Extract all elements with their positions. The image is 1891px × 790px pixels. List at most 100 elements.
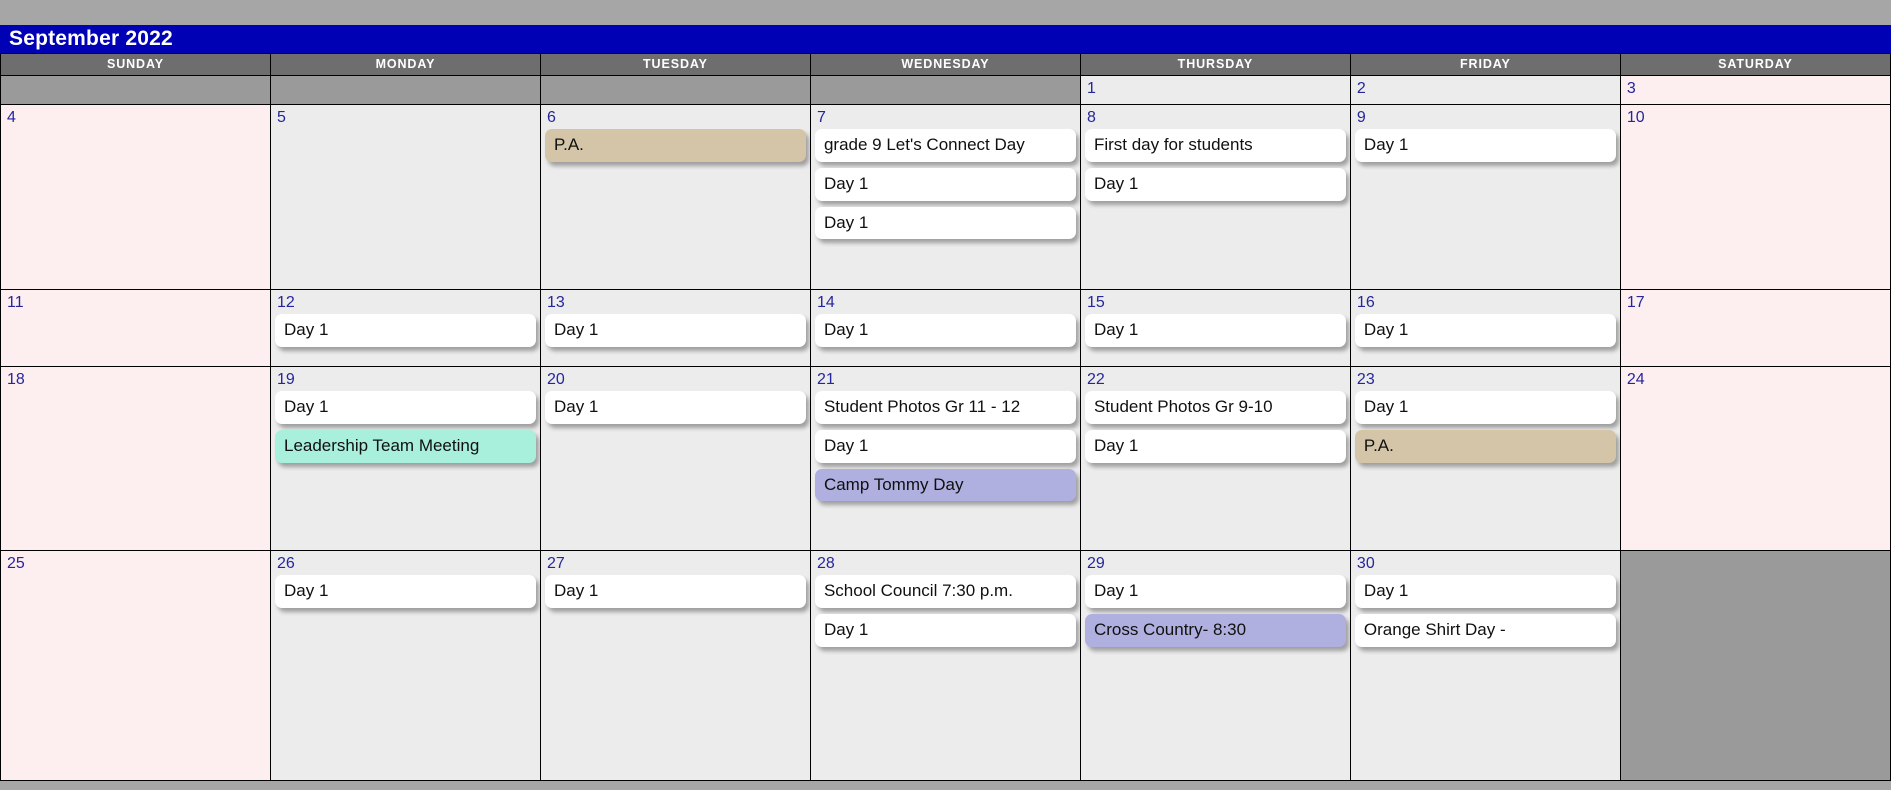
calendar-day-cell[interactable]: 14 Day 1 [809,289,1081,367]
calendar-event[interactable]: Day 1 [274,314,536,347]
calendar-day-cell[interactable]: 27 Day 1 [539,550,811,781]
calendar-day-cell[interactable]: 12 Day 1 [269,289,541,367]
event-list: Student Photos Gr 9-10 Day 1 [1081,391,1350,463]
calendar-day-cell[interactable]: 20 Day 1 [539,366,811,551]
calendar-event[interactable]: Day 1 [544,575,806,608]
calendar-day-cell[interactable]: 11 [0,289,271,367]
calendar-day-cell[interactable]: 30 Day 1 Orange Shirt Day - [1349,550,1621,781]
day-number: 11 [7,294,24,311]
calendar-day-cell[interactable]: 9 Day 1 [1349,104,1621,290]
calendar-event[interactable]: Day 1 [1354,391,1616,424]
day-number: 13 [546,294,565,311]
day-number: 21 [816,371,835,388]
calendar-day-cell[interactable]: 6 P.A. [539,104,811,290]
calendar-day-cell[interactable]: 1 [1079,75,1351,105]
weekday-header-wednesday: WEDNESDAY [809,53,1081,76]
calendar-event[interactable]: Day 1 [814,167,1076,201]
calendar-day-cell[interactable]: 18 [0,366,271,551]
calendar-event[interactable]: Day 1 [1354,129,1616,162]
calendar-event[interactable]: Camp Tommy Day [814,468,1076,502]
calendar-day-cell[interactable]: 16 Day 1 [1349,289,1621,367]
calendar-event[interactable]: Day 1 [1084,575,1346,608]
day-number: 20 [546,371,565,388]
calendar-day-cell[interactable]: 21 Student Photos Gr 11 - 12 Day 1 Camp Tom… [809,366,1081,551]
day-number: 22 [1086,371,1105,388]
calendar-event[interactable]: P.A. [1354,429,1616,463]
event-list: Day 1 [1081,314,1350,347]
calendar-cell-empty [0,75,271,105]
day-number: 1 [1086,80,1096,97]
calendar-event[interactable]: Student Photos Gr 9-10 [1084,391,1346,424]
day-number: 23 [1356,371,1375,388]
event-list: Day 1 [541,575,810,608]
calendar-event[interactable]: Day 1 [1084,167,1346,201]
calendar-day-cell[interactable]: 2 [1349,75,1621,105]
day-number: 4 [7,109,16,126]
calendar-event[interactable]: Day 1 [544,314,806,347]
day-number: 26 [276,555,295,572]
calendar-week-row: 18 19 Day 1 Leadership Team Meeting 20 Day 12… [0,366,1891,551]
calendar-event[interactable]: Day 1 [1084,314,1346,347]
weekday-header-monday: MONDAY [269,53,541,76]
day-number: 28 [816,555,835,572]
event-list: School Council 7:30 p.m. Day 1 [811,575,1080,647]
calendar-event[interactable]: Day 1 [1084,429,1346,463]
calendar-event[interactable]: Day 1 [1354,575,1616,608]
calendar-event[interactable]: P.A. [544,129,806,162]
event-list: Day 1 Leadership Team Meeting [271,391,540,463]
event-list: Day 1 [1351,129,1620,162]
day-number: 15 [1086,294,1105,311]
event-list: Day 1 [1351,314,1620,347]
calendar-day-cell[interactable]: 8 First day for students Day 1 [1079,104,1351,290]
calendar-event[interactable]: Day 1 [274,575,536,608]
calendar-event[interactable]: Day 1 [814,429,1076,463]
calendar-event[interactable]: Student Photos Gr 11 - 12 [814,391,1076,424]
calendar-event[interactable]: Day 1 [814,613,1076,647]
calendar-day-cell[interactable]: 25 [0,550,271,781]
calendar-event[interactable]: Day 1 [544,391,806,424]
calendar-event[interactable]: Day 1 [814,206,1076,240]
calendar-day-cell[interactable]: 7 grade 9 Let's Connect Day Day 1 Day 1 [809,104,1081,290]
calendar-day-cell[interactable]: 26 Day 1 [269,550,541,781]
event-list: P.A. [541,129,810,162]
calendar-event[interactable]: School Council 7:30 p.m. [814,575,1076,608]
event-list: Student Photos Gr 11 - 12 Day 1 Camp Tommy… [811,391,1080,502]
calendar-event[interactable]: Leadership Team Meeting [274,429,536,463]
calendar-title-bar: September 2022 [0,25,1891,53]
calendar-day-cell[interactable]: 22 Student Photos Gr 9-10 Day 1 [1079,366,1351,551]
calendar-event[interactable]: Day 1 [1354,314,1616,347]
calendar-event[interactable]: grade 9 Let's Connect Day [814,129,1076,162]
calendar-day-cell[interactable]: 15 Day 1 [1079,289,1351,367]
day-number: 8 [1086,109,1096,126]
calendar-day-cell[interactable]: 13 Day 1 [539,289,811,367]
calendar-day-cell[interactable]: 10 [1619,104,1891,290]
calendar-day-cell[interactable]: 24 [1619,366,1891,551]
calendar-day-cell[interactable]: 17 [1619,289,1891,367]
day-number: 17 [1626,294,1645,311]
calendar-event[interactable]: Cross Country- 8:30 [1084,613,1346,647]
calendar-root: September 2022 SUNDAY MONDAY TUESDAY WEDNES… [0,0,1891,790]
calendar-day-cell[interactable]: 23 Day 1 P.A. [1349,366,1621,551]
day-number: 7 [816,109,826,126]
calendar-event[interactable]: Orange Shirt Day - [1354,613,1616,647]
day-number: 10 [1626,109,1645,126]
event-list: Day 1 Orange Shirt Day - [1351,575,1620,647]
calendar-event[interactable]: First day for students [1084,129,1346,162]
weekday-header-thursday: THURSDAY [1079,53,1351,76]
event-list: Day 1 P.A. [1351,391,1620,463]
calendar-day-cell[interactable]: 5 [269,104,541,290]
day-number: 6 [546,109,556,126]
calendar-day-cell[interactable]: 4 [0,104,271,290]
calendar-day-cell[interactable]: 29 Day 1 Cross Country- 8:30 [1079,550,1351,781]
calendar-event[interactable]: Day 1 [814,314,1076,347]
calendar-day-cell[interactable]: 28 School Council 7:30 p.m. Day 1 [809,550,1081,781]
calendar-day-cell[interactable]: 3 [1619,75,1891,105]
calendar-week-row: 25 26 Day 1 27 Day 1 28 School Council 7:30 p.… [0,550,1891,781]
day-number: 9 [1356,109,1366,126]
calendar-day-cell[interactable]: 19 Day 1 Leadership Team Meeting [269,366,541,551]
day-number: 18 [7,371,25,388]
calendar-grid: SUNDAY MONDAY TUESDAY WEDNESDAY THURSDAY FRID… [0,53,1891,781]
weekday-header-tuesday: TUESDAY [539,53,811,76]
calendar-event[interactable]: Day 1 [274,391,536,424]
calendar-week-row: 11 12 Day 1 13 Day 1 14 Day 1 15 Day 1 16 Day 1 17 [0,289,1891,367]
